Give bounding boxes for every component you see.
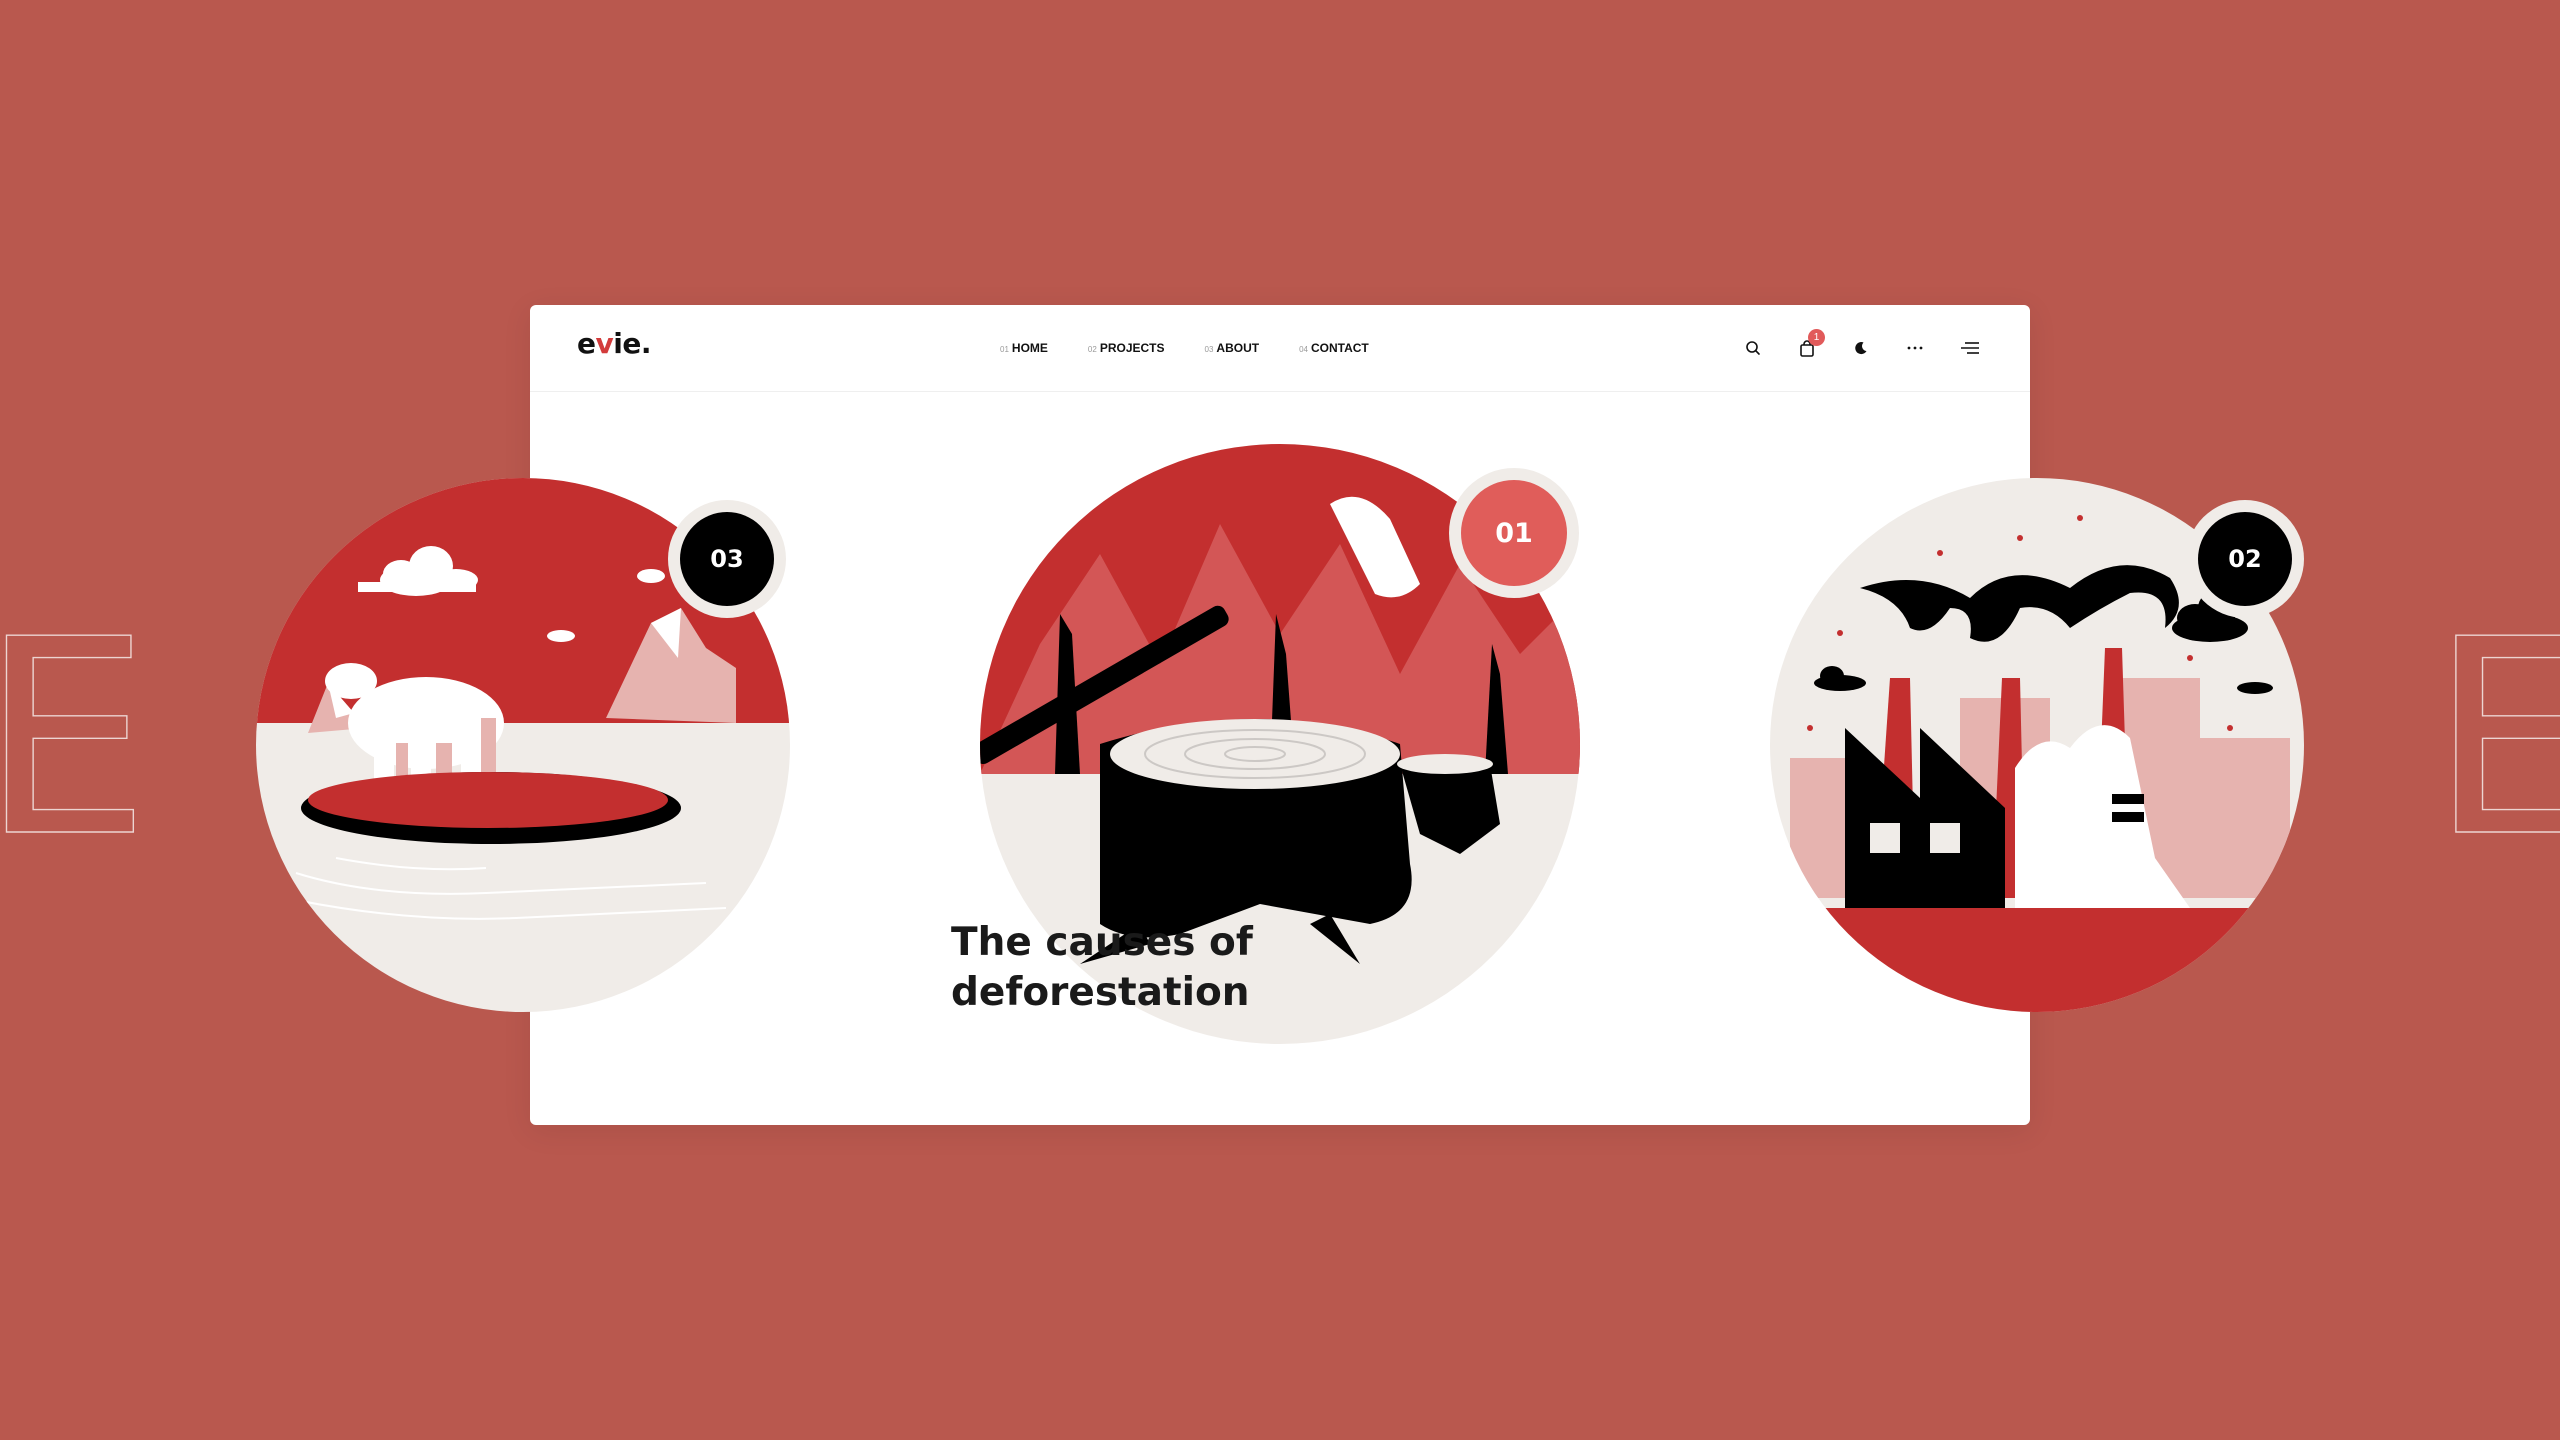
hamburger-menu-icon	[1961, 342, 1979, 354]
moon-icon	[1855, 342, 1867, 355]
nav-item-projects[interactable]: 02 PROJECTS	[1088, 341, 1165, 355]
site-header: evie. 01 HOME 02 PROJECTS 03 ABOUT 04 CONTAC…	[530, 305, 2030, 392]
nav-item-contact[interactable]: 04 CONTACT	[1299, 341, 1369, 355]
more-dots-icon	[1907, 346, 1923, 350]
slide-number-badge-01[interactable]: 01	[1461, 480, 1567, 586]
slide-number-badge-02[interactable]: 02	[2198, 512, 2292, 606]
cart-count-badge: 1	[1808, 329, 1825, 346]
headline-line-2: deforestation	[951, 970, 1250, 1015]
search-icon	[1746, 341, 1760, 355]
logo[interactable]: evie.	[577, 327, 651, 360]
menu-button[interactable]	[1956, 335, 1982, 361]
cart-button[interactable]: 1	[1794, 329, 1825, 361]
more-options-button[interactable]	[1902, 335, 1928, 361]
page-headline: The causes of deforestation	[951, 918, 1253, 1018]
headline-line-1: The causes of	[951, 920, 1253, 965]
dark-mode-toggle[interactable]	[1848, 335, 1874, 361]
search-button[interactable]	[1740, 335, 1766, 361]
main-nav: 01 HOME 02 PROJECTS 03 ABOUT 04 CONTACT	[1000, 341, 1369, 355]
header-tools: 1	[1740, 329, 1982, 361]
nav-item-home[interactable]: 01 HOME	[1000, 341, 1048, 355]
slide-number-badge-03[interactable]: 03	[680, 512, 774, 606]
nav-item-about[interactable]: 03 ABOUT	[1205, 341, 1260, 355]
